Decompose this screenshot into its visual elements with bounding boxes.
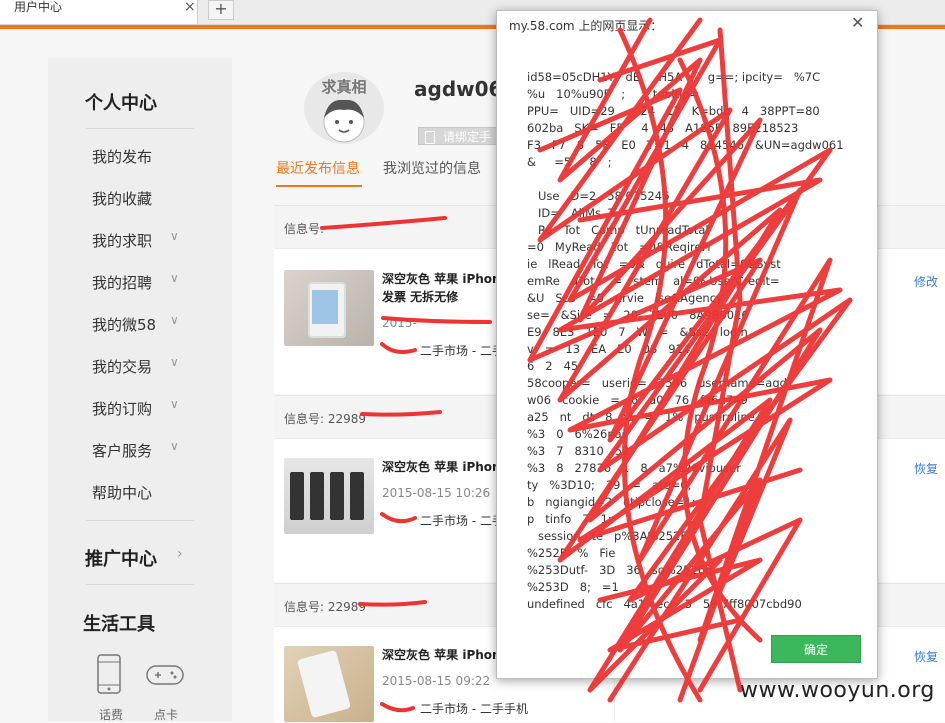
redaction-stroke <box>380 512 417 524</box>
redaction-stroke <box>360 410 442 417</box>
watermark-text: www.wooyun.org <box>740 678 935 703</box>
redaction-stroke <box>380 342 417 354</box>
redaction-stroke <box>380 702 415 713</box>
redaction-stroke <box>358 600 427 607</box>
redaction-stroke <box>381 316 492 324</box>
redaction-stroke <box>320 216 447 230</box>
redaction-scribble <box>320 17 853 713</box>
